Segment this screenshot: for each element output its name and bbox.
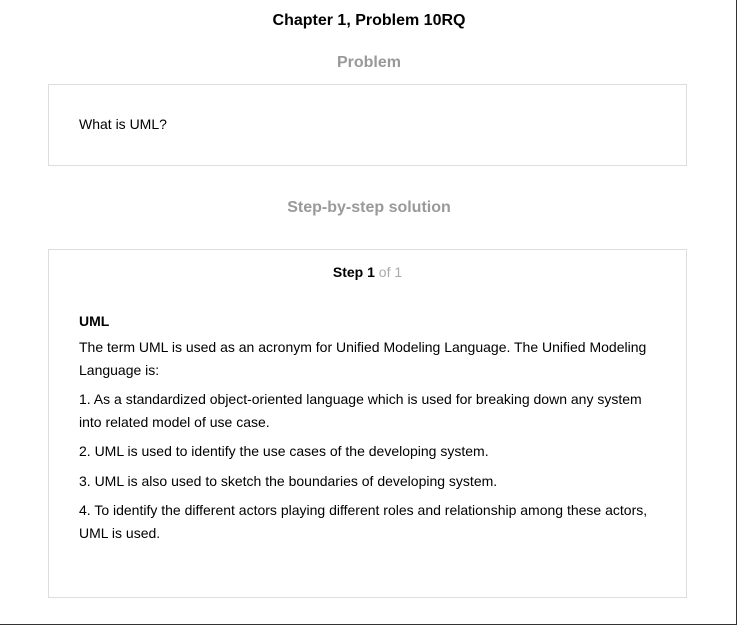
problem-card: What is UML? xyxy=(48,84,687,166)
solution-list-item: 1. As a standardized object-oriented lan… xyxy=(79,391,642,430)
step-subheading: UML xyxy=(79,313,110,329)
step-number: 1 xyxy=(367,264,375,280)
solution-heading: Step-by-step solution xyxy=(287,199,451,216)
solution-list-item: 4. To identify the different actors play… xyxy=(79,502,648,541)
solution-card: Step 1 of 1 UML The term UML is used as … xyxy=(48,249,687,598)
problem-heading: Problem xyxy=(336,54,401,71)
step-total: of 1 xyxy=(378,264,403,280)
solution-list-item: 3. UML is also used to sketch the bounda… xyxy=(79,472,498,489)
problem-text: What is UML? xyxy=(79,116,167,132)
solution-paragraph: The term UML is used as an acronym for U… xyxy=(79,339,647,378)
solution-list-item: 2. UML is used to identify the use cases… xyxy=(79,443,489,459)
step-body: UML The term UML is used as an acronym f… xyxy=(79,312,659,551)
step-label: Step xyxy=(332,264,364,280)
chapter-title: Chapter 1, Problem 10RQ xyxy=(272,12,466,29)
step-header: Step 1 of 1 xyxy=(49,263,686,281)
